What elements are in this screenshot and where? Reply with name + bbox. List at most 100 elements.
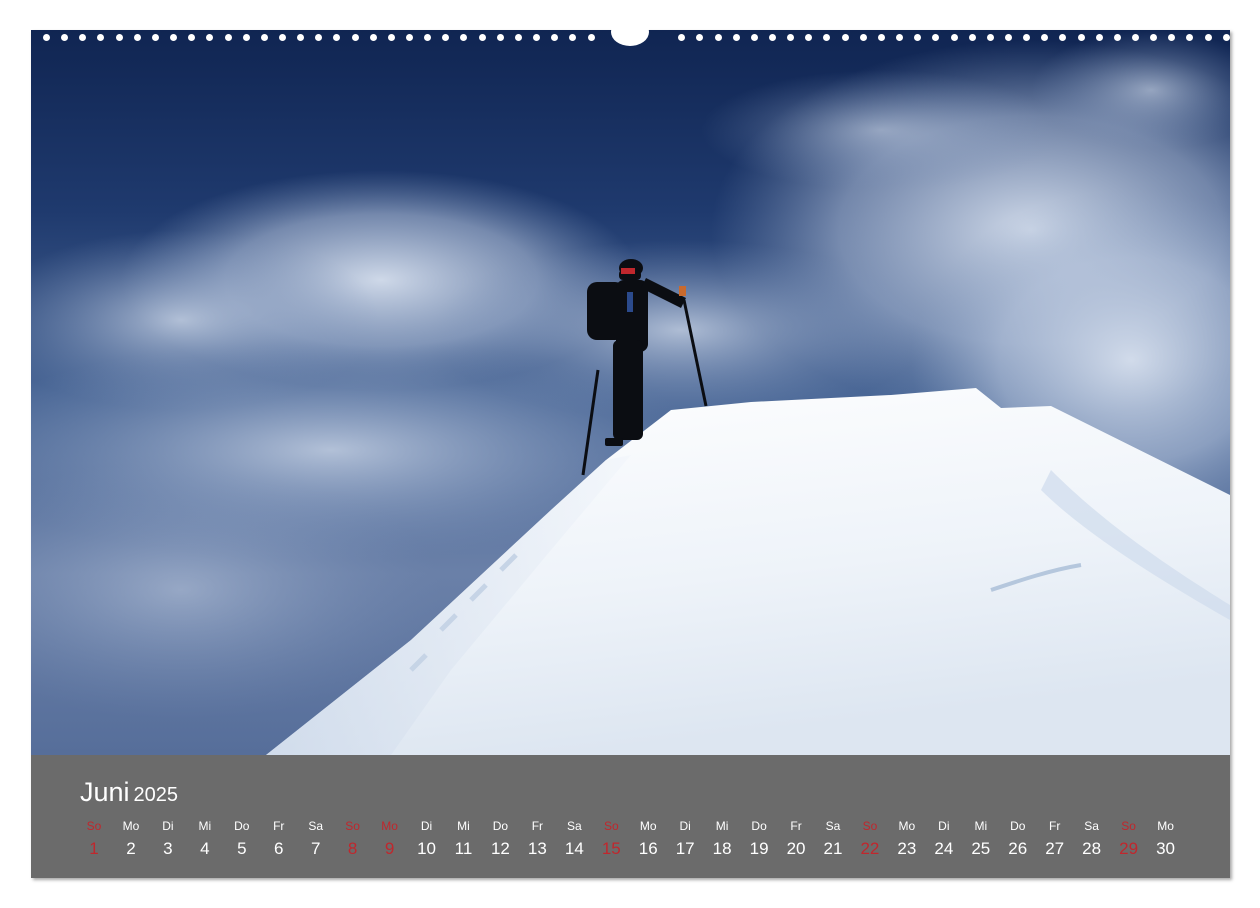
binding-hole xyxy=(406,34,413,41)
binding-hole xyxy=(732,34,740,41)
binding-hole xyxy=(805,34,813,41)
hanger-notch xyxy=(611,18,649,46)
binding-hole xyxy=(151,34,159,41)
day-number: 14 xyxy=(564,839,584,858)
day-number: 1 xyxy=(89,839,99,858)
day-number: 22 xyxy=(860,839,880,858)
day-number: 26 xyxy=(1008,839,1028,858)
binding-hole xyxy=(787,34,795,41)
calendar-page: Juni 2025 So 1 Mo 2 Di 3 Mi 4 Do 5 Fr 6 Sa 7 So 8 Mo 9 Di 10… xyxy=(31,18,1230,878)
day-number: 16 xyxy=(638,839,658,858)
binding-hole xyxy=(496,34,504,41)
binding-hole xyxy=(133,34,141,41)
binding-hole xyxy=(841,34,849,41)
weekday-label: Mo xyxy=(122,819,140,833)
spiral-binding xyxy=(31,18,1230,46)
weekday-label: Do xyxy=(1010,819,1026,833)
day-number: 17 xyxy=(675,839,695,858)
day-number: 29 xyxy=(1119,839,1139,858)
binding-hole xyxy=(188,34,196,41)
mountain-photo xyxy=(31,30,1230,755)
binding-hole xyxy=(1059,34,1067,41)
binding-hole xyxy=(115,34,123,41)
binding-hole xyxy=(896,34,904,41)
binding-hole xyxy=(1222,34,1230,41)
binding-hole xyxy=(986,34,994,41)
weekday-label: So xyxy=(86,819,102,833)
day-number: 19 xyxy=(749,839,769,858)
day-number: 2 xyxy=(126,839,136,858)
weekday-label: Di xyxy=(938,819,950,833)
binding-hole xyxy=(1186,34,1194,41)
weekday-label: Sa xyxy=(1084,819,1099,833)
binding-hole xyxy=(678,34,686,41)
binding-hole xyxy=(79,34,87,41)
binding-hole xyxy=(1132,34,1139,41)
weekday-label: Fr xyxy=(273,819,285,833)
weekday-label: Fr xyxy=(790,819,802,833)
calendar-bar: Juni 2025 So 1 Mo 2 Di 3 Mi 4 Do 5 Fr 6 Sa 7 So 8 Mo 9 Di 10… xyxy=(31,755,1230,878)
day-number: 11 xyxy=(454,839,473,858)
binding-hole xyxy=(297,34,305,41)
binding-hole xyxy=(424,34,432,41)
weekday-label: Mo xyxy=(898,819,916,833)
binding-hole xyxy=(460,34,468,41)
day-number: 3 xyxy=(163,839,173,858)
binding-hole xyxy=(61,34,69,41)
binding-hole xyxy=(1204,34,1212,41)
binding-hole xyxy=(369,34,377,41)
weekday-label: Fr xyxy=(531,819,544,833)
weekday-label: Mo xyxy=(1157,819,1174,833)
binding-hole xyxy=(569,34,577,41)
day-number: 13 xyxy=(527,839,547,858)
day-number: 5 xyxy=(237,839,247,858)
binding-hole xyxy=(877,34,885,41)
day-grid: So 1 Mo 2 Di 3 Mi 4 Do 5 Fr 6 Sa 7 So 8 Mo 9 Di 10 Mi 11 Do 12 F… xyxy=(31,755,1230,878)
binding-hole xyxy=(823,34,831,41)
binding-hole xyxy=(1168,34,1176,41)
binding-hole xyxy=(1041,34,1049,41)
day-number: 30 xyxy=(1156,839,1175,858)
binding-hole xyxy=(206,34,214,41)
binding-hole xyxy=(170,34,178,41)
weekday-label: Sa xyxy=(308,819,324,833)
weekday-label: So xyxy=(603,819,619,833)
day-number: 12 xyxy=(490,839,510,858)
weekday-label: So xyxy=(862,819,878,833)
weekday-label: Di xyxy=(162,819,174,833)
binding-hole xyxy=(1113,34,1121,41)
binding-hole xyxy=(859,34,867,41)
binding-hole xyxy=(1004,34,1012,41)
binding-hole xyxy=(333,34,341,41)
day-number: 7 xyxy=(310,839,321,858)
binding-hole xyxy=(1095,34,1103,41)
day-number: 20 xyxy=(786,839,806,858)
binding-hole xyxy=(315,34,323,41)
day-number: 23 xyxy=(897,839,917,858)
weekday-label: Mo xyxy=(381,819,398,833)
binding-hole xyxy=(950,34,958,41)
binding-hole xyxy=(587,34,595,41)
weekday-label: Sa xyxy=(567,819,582,833)
weekday-label: So xyxy=(345,819,360,833)
binding-hole xyxy=(533,34,541,41)
binding-hole xyxy=(1023,34,1031,41)
binding-hole xyxy=(696,34,704,41)
weekday-label: Mo xyxy=(639,819,657,833)
day-number: 27 xyxy=(1045,839,1065,858)
weekday-label: Sa xyxy=(825,819,841,833)
binding-hole xyxy=(769,34,776,41)
binding-hole xyxy=(242,34,250,41)
binding-hole xyxy=(914,34,922,41)
day-number: 6 xyxy=(274,839,284,858)
binding-hole xyxy=(43,34,50,41)
day-number: 10 xyxy=(417,839,436,858)
day-number: 8 xyxy=(347,839,358,858)
day-number: 4 xyxy=(200,839,210,858)
binding-hole xyxy=(750,34,758,41)
weekday-label: Mi xyxy=(198,819,212,833)
summit-climber-image xyxy=(31,30,1230,755)
binding-hole xyxy=(1077,34,1085,41)
weekday-label: Di xyxy=(679,819,691,833)
binding-hole xyxy=(478,34,486,41)
